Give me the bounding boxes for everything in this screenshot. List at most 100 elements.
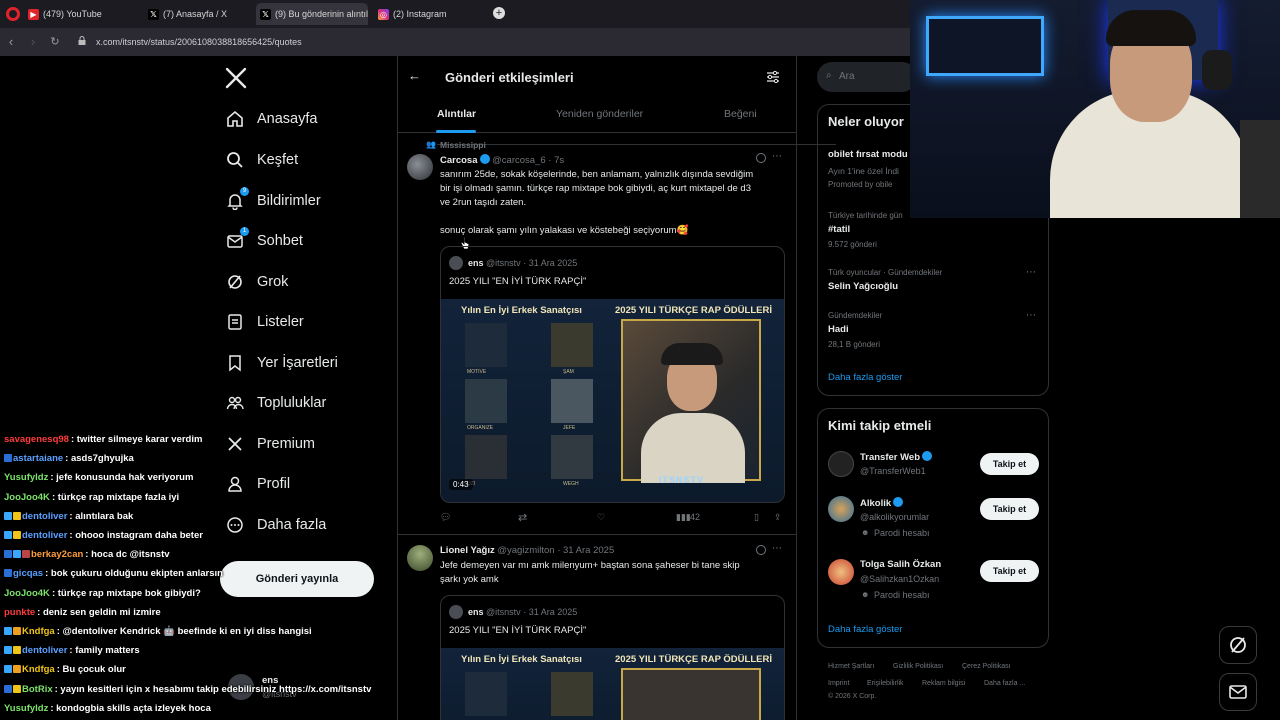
column-divider xyxy=(796,56,797,720)
reload-icon[interactable]: ↻ xyxy=(48,35,62,48)
reply-icon[interactable]: 💬︎ xyxy=(440,512,451,523)
x-icon: 𝕏 xyxy=(148,8,159,20)
quoted-header: ens @itsnstv · 31 Ara 2025 xyxy=(468,607,577,617)
chat-badge-icon xyxy=(4,646,12,655)
suggested-name[interactable]: Tolga Salih Özkan xyxy=(860,559,941,570)
artist-label: WEGH xyxy=(563,481,579,487)
avatar[interactable] xyxy=(407,154,433,180)
tab-youtube[interactable]: ▶ (479) YouTube xyxy=(24,3,134,25)
tab-reposts[interactable]: Yeniden gönderiler xyxy=(556,108,643,120)
avatar[interactable] xyxy=(407,545,433,571)
sidebar-item-chat[interactable]: 1 Sohbet xyxy=(226,226,303,256)
grok-fab-button[interactable] xyxy=(1219,626,1257,664)
views-icon[interactable]: ▮▮▮ xyxy=(676,512,691,523)
tweet-author-name[interactable]: Lionel Yağız xyxy=(440,545,495,556)
parody-mask-icon: ☻ xyxy=(861,528,870,537)
opera-logo-icon[interactable] xyxy=(6,7,20,21)
follow-button[interactable]: Takip et xyxy=(980,498,1039,520)
trend-more-icon[interactable]: ⋯ xyxy=(1026,267,1036,278)
sidebar-item-label: Profil xyxy=(257,476,291,492)
more-options-icon[interactable]: ⋯ xyxy=(772,151,782,162)
quoted-tweet[interactable]: ens @itsnstv · 31 Ara 2025 2025 YILI "EN… xyxy=(440,595,785,720)
footer-link[interactable]: Daha fazla ... xyxy=(984,680,1025,687)
tab-x-home[interactable]: 𝕏 (7) Anasayfa / X xyxy=(144,3,254,25)
url-input[interactable]: x.com/itsnstv/status/2006108038818656425… xyxy=(96,37,302,47)
like-icon[interactable]: ♡ xyxy=(597,512,605,523)
forward-icon[interactable]: › xyxy=(26,34,40,49)
sidebar-item-communities[interactable]: Topluluklar xyxy=(226,388,326,418)
tweet-text-line: şarkı yok amk xyxy=(440,574,499,585)
footer-link[interactable]: Çerez Politikası xyxy=(962,663,1011,670)
chat-username: Kndfga xyxy=(22,626,55,637)
video-thumbnail[interactable]: Yılın En İyi Erkek Sanatçısı 2025 YILI T… xyxy=(441,648,784,720)
trend-name[interactable]: #tatil xyxy=(828,224,850,235)
artist-photo xyxy=(465,323,507,367)
sidebar-item-explore[interactable]: Keşfet xyxy=(226,145,298,175)
footer-link[interactable]: Erişilebilirlik xyxy=(867,680,904,687)
tweet-handle[interactable]: @yagizmilton xyxy=(497,545,554,556)
sidebar-item-premium[interactable]: Premium xyxy=(226,429,315,459)
search-input[interactable]: ⌕ Ara xyxy=(817,62,917,92)
chat-badge-icon xyxy=(4,684,12,693)
tab-x-quotes[interactable]: 𝕏 (9) Bu gönderinin alıntıları xyxy=(256,3,368,25)
sidebar-item-grok[interactable]: Grok xyxy=(226,267,288,297)
tab-instagram[interactable]: ◎ (2) Instagram xyxy=(374,3,484,25)
sidebar-item-notifications[interactable]: 9 Bildirimler xyxy=(226,186,321,216)
copyright: © 2026 X Corp. xyxy=(828,693,877,700)
search-icon xyxy=(227,152,243,168)
show-more-trends-link[interactable]: Daha fazla göster xyxy=(828,372,902,383)
sidebar-item-more[interactable]: Daha fazla xyxy=(226,510,326,540)
sidebar-item-label: Premium xyxy=(257,436,316,452)
video-duration: 0:43 xyxy=(449,479,473,490)
sidebar-item-label: Topluluklar xyxy=(257,395,327,411)
trend-name[interactable]: Hadi xyxy=(828,324,849,335)
suggested-name[interactable]: Alkolik xyxy=(860,497,904,509)
tweet-time[interactable]: · 7s xyxy=(548,155,564,166)
sidebar-item-bookmarks[interactable]: Yer İşaretleri xyxy=(226,348,338,378)
thumbnail-right-title: 2025 YILI TÜRKÇE RAP ÖDÜLLERİ xyxy=(615,654,772,665)
trend-name[interactable]: Selin Yağcıoğlu xyxy=(828,281,898,292)
avatar[interactable] xyxy=(828,559,854,585)
trend-meta: Türkiye tarihinde gün xyxy=(828,211,903,220)
chat-text: : family matters xyxy=(69,645,140,657)
tweet-handle[interactable]: @carcosa_6 xyxy=(492,155,545,166)
follow-button[interactable]: Takip et xyxy=(980,560,1039,582)
post-button[interactable]: Gönderi yayınla xyxy=(220,561,374,597)
tweet-time[interactable]: · 31 Ara 2025 xyxy=(557,545,614,556)
promo-title[interactable]: obilet fırsat modu xyxy=(828,149,908,160)
sidebar-item-lists[interactable]: Listeler xyxy=(226,307,304,337)
tab-label: (2) Instagram xyxy=(393,9,447,19)
show-more-follow-link[interactable]: Daha fazla göster xyxy=(828,624,902,635)
footer-link[interactable]: Reklam bilgisi xyxy=(922,680,965,687)
footer-link[interactable]: Imprint xyxy=(828,680,849,687)
avatar[interactable] xyxy=(828,496,854,522)
tab-likes[interactable]: Beğeni xyxy=(724,108,757,120)
sidebar-item-label: Anasayfa xyxy=(257,111,318,127)
footer-link[interactable]: Gizlilik Politikası xyxy=(893,663,943,670)
avatar[interactable] xyxy=(828,451,854,477)
sidebar-item-profile[interactable]: Profil xyxy=(226,469,290,499)
share-icon[interactable]: ⇪ xyxy=(774,512,782,523)
messages-fab-button[interactable] xyxy=(1219,673,1257,711)
x-logo-icon[interactable] xyxy=(224,66,248,90)
back-icon[interactable]: ‹ xyxy=(4,34,18,49)
tweet-author-name[interactable]: Carcosa xyxy=(440,155,478,166)
streamer-frame xyxy=(621,668,761,720)
quoted-tweet[interactable]: ens @itsnstv · 31 Ara 2025 2025 YILI "EN… xyxy=(440,246,785,503)
verified-badge-icon xyxy=(479,154,490,164)
filter-icon[interactable] xyxy=(766,70,780,84)
follow-button[interactable]: Takip et xyxy=(980,453,1039,475)
sidebar-item-home[interactable]: Anasayfa xyxy=(226,104,317,134)
back-arrow-icon[interactable]: ← xyxy=(408,68,421,83)
bookmark-icon[interactable]: ▯ xyxy=(754,512,759,523)
more-options-icon[interactable]: ⋯ xyxy=(772,543,782,554)
grok-icon[interactable] xyxy=(756,545,766,555)
footer-link[interactable]: Hizmet Şartları xyxy=(828,663,874,670)
suggested-name[interactable]: Transfer Web xyxy=(860,451,933,463)
repost-icon[interactable]: ⇄ xyxy=(518,511,527,524)
trend-more-icon[interactable]: ⋯ xyxy=(1026,310,1036,321)
video-thumbnail[interactable]: Yılın En İyi Erkek Sanatçısı 2025 YILI T… xyxy=(441,299,784,502)
x-icon xyxy=(228,437,242,451)
grok-icon[interactable] xyxy=(756,153,766,163)
new-tab-button[interactable]: + xyxy=(493,7,505,19)
